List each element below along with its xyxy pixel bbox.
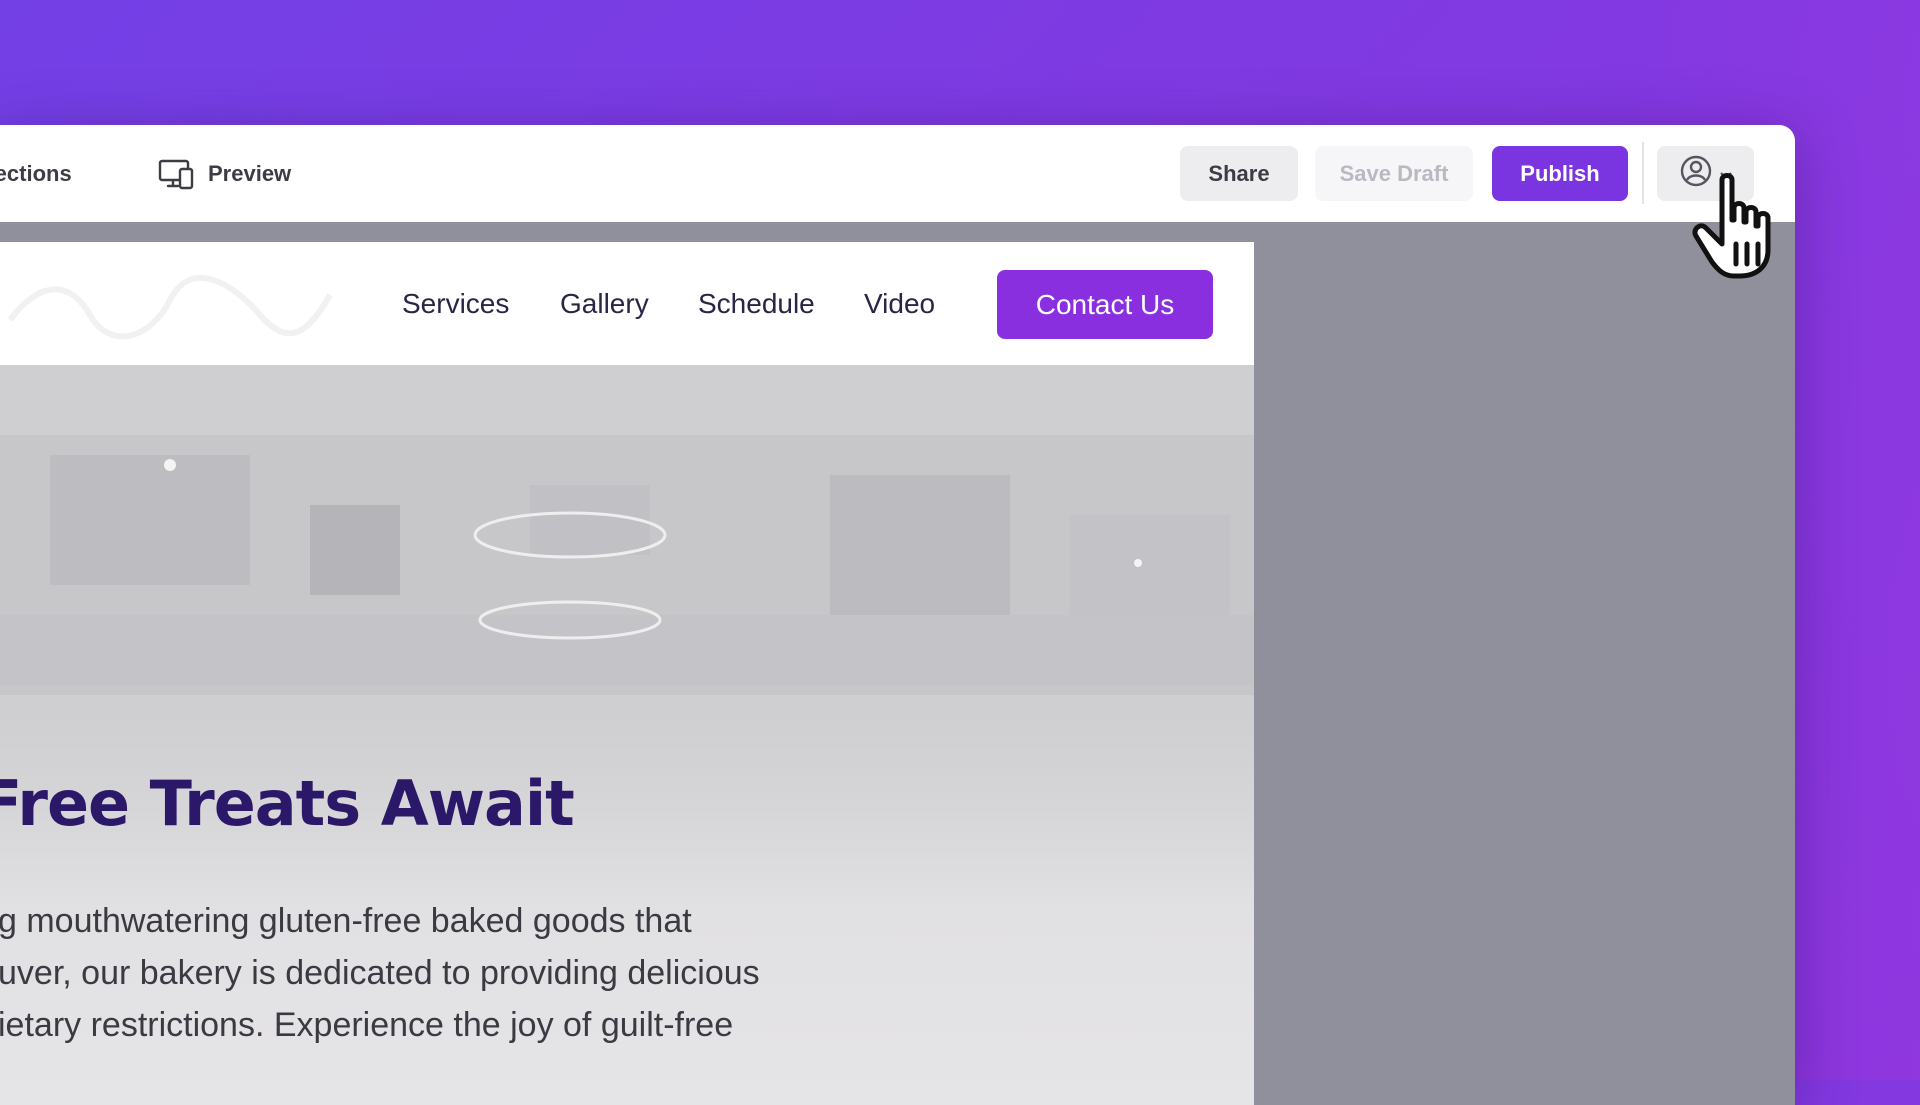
contact-us-button[interactable]: Contact Us bbox=[997, 270, 1213, 339]
editor-window: Sections Preview Share Save Draft Publis… bbox=[0, 125, 1795, 1105]
website-preview: Services Gallery Schedule Video Contact … bbox=[0, 242, 1254, 1105]
nav-link-services[interactable]: Services bbox=[402, 242, 509, 365]
site-logo bbox=[7, 274, 333, 340]
nav-link-schedule[interactable]: Schedule bbox=[698, 242, 815, 365]
editor-canvas: Services Gallery Schedule Video Contact … bbox=[0, 222, 1795, 1105]
hero-text-line: ietary restrictions. Experience the joy … bbox=[0, 1006, 734, 1044]
hero-text-line: uver, our bakery is dedicated to providi… bbox=[0, 954, 760, 992]
hero-title: Free Treats Await bbox=[0, 767, 575, 840]
devices-icon bbox=[158, 158, 194, 190]
site-navbar: Services Gallery Schedule Video Contact … bbox=[0, 242, 1254, 365]
publish-button[interactable]: Publish bbox=[1492, 146, 1628, 201]
nav-link-gallery[interactable]: Gallery bbox=[560, 242, 649, 365]
hero-text-line: g mouthwatering gluten-free baked goods … bbox=[0, 902, 692, 940]
save-draft-button[interactable]: Save Draft bbox=[1315, 146, 1473, 201]
sections-label: Sections bbox=[0, 160, 72, 186]
hero-section: Free Treats Await g mouthwatering gluten… bbox=[0, 365, 1254, 1105]
nav-link-video[interactable]: Video bbox=[864, 242, 935, 365]
preview-button[interactable]: Preview bbox=[158, 125, 291, 222]
share-button[interactable]: Share bbox=[1180, 146, 1298, 201]
hero-description: g mouthwatering gluten-free baked goods … bbox=[0, 895, 898, 1051]
toolbar-divider bbox=[1642, 142, 1644, 204]
hand-pointer-cursor-icon bbox=[1692, 173, 1771, 279]
sections-button[interactable]: Sections bbox=[0, 125, 72, 222]
preview-label: Preview bbox=[208, 160, 292, 186]
editor-toolbar: Sections Preview Share Save Draft Publis… bbox=[0, 125, 1795, 223]
